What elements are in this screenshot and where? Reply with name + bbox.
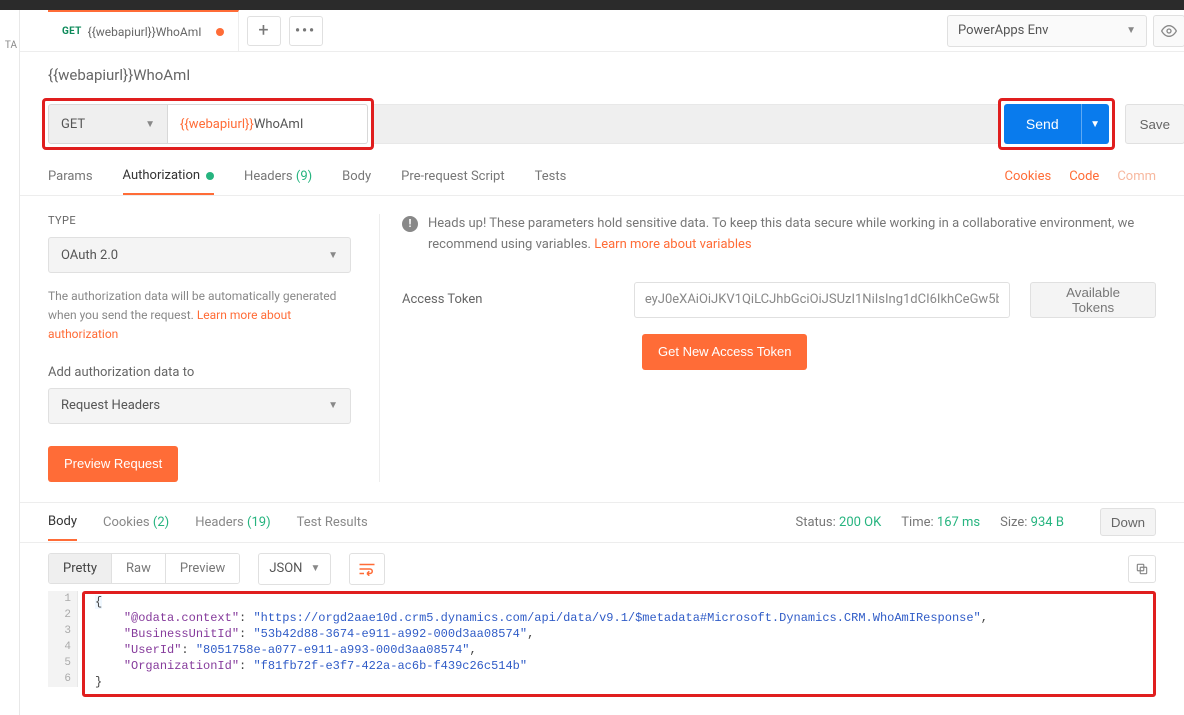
sidebar-hint: TA bbox=[5, 40, 17, 51]
code-link[interactable]: Code bbox=[1069, 169, 1099, 184]
wrap-lines-button[interactable] bbox=[349, 553, 385, 585]
chevron-down-icon: ▼ bbox=[145, 119, 155, 130]
available-tokens-button[interactable]: Available Tokens bbox=[1030, 282, 1156, 318]
auth-type-label: TYPE bbox=[48, 214, 351, 227]
titlebar bbox=[0, 0, 1184, 10]
plus-icon: + bbox=[258, 22, 268, 40]
environment-select[interactable]: PowerApps Env ▼ bbox=[947, 15, 1147, 47]
tab-headers[interactable]: Headers (9) bbox=[244, 159, 312, 194]
request-tab[interactable]: GET {{webapiurl}}WhoAmI bbox=[48, 10, 239, 52]
left-sidebar-sliver: TA bbox=[0, 10, 20, 715]
view-raw-button[interactable]: Raw bbox=[112, 554, 166, 583]
response-tab-test-results[interactable]: Test Results bbox=[297, 505, 368, 540]
get-new-access-token-button[interactable]: Get New Access Token bbox=[642, 334, 807, 370]
method-select[interactable]: GET ▼ bbox=[48, 104, 168, 144]
chevron-down-icon: ▼ bbox=[328, 400, 338, 411]
url-bar-stretch bbox=[374, 104, 998, 144]
url-highlight-annotation: GET ▼ {{webapiurl}}WhoAmI bbox=[42, 98, 374, 150]
environment-quicklook-button[interactable] bbox=[1153, 15, 1184, 47]
view-preview-button[interactable]: Preview bbox=[166, 554, 239, 583]
add-auth-to-label: Add authorization data to bbox=[48, 365, 351, 380]
environment-name: PowerApps Env bbox=[958, 23, 1048, 38]
auth-type-select[interactable]: OAuth 2.0 ▼ bbox=[48, 237, 351, 273]
heads-up-banner: ! Heads up! These parameters hold sensit… bbox=[402, 214, 1156, 256]
add-auth-to-value: Request Headers bbox=[61, 398, 160, 413]
tab-tests[interactable]: Tests bbox=[535, 159, 567, 194]
preview-request-button[interactable]: Preview Request bbox=[48, 446, 178, 482]
response-body[interactable]: { "@odata.context": "https://orgd2aae10d… bbox=[95, 594, 1143, 690]
send-dropdown-button[interactable]: ▼ bbox=[1081, 104, 1109, 144]
learn-variables-link[interactable]: Learn more about variables bbox=[594, 237, 751, 252]
active-dot-icon bbox=[206, 172, 214, 180]
response-tab-cookies[interactable]: Cookies (2) bbox=[103, 505, 169, 540]
view-mode-segment: Pretty Raw Preview bbox=[48, 553, 240, 584]
response-body-annotation: { "@odata.context": "https://orgd2aae10d… bbox=[82, 591, 1156, 697]
eye-icon bbox=[1161, 23, 1177, 39]
comments-link[interactable]: Comm bbox=[1117, 169, 1156, 184]
new-tab-button[interactable]: + bbox=[247, 16, 281, 46]
status-label: Status: 200 OK bbox=[795, 515, 881, 530]
tab-method: GET bbox=[62, 26, 82, 37]
request-name[interactable]: {{webapiurl}}WhoAmI bbox=[48, 66, 190, 84]
copy-icon bbox=[1135, 562, 1149, 576]
chevron-down-icon: ▼ bbox=[310, 563, 320, 574]
tab-body[interactable]: Body bbox=[342, 159, 371, 194]
response-tab-body[interactable]: Body bbox=[48, 504, 77, 541]
view-pretty-button[interactable]: Pretty bbox=[49, 554, 112, 583]
wrap-icon bbox=[358, 562, 376, 576]
url-input[interactable]: {{webapiurl}}WhoAmI bbox=[168, 104, 368, 144]
add-auth-to-select[interactable]: Request Headers ▼ bbox=[48, 388, 351, 424]
format-select[interactable]: JSON ▼ bbox=[258, 553, 331, 585]
unsaved-dot-icon bbox=[216, 28, 224, 36]
format-value: JSON bbox=[269, 561, 302, 576]
ellipsis-icon: ••• bbox=[295, 23, 316, 39]
auth-description: The authorization data will be automatic… bbox=[48, 287, 351, 345]
info-icon: ! bbox=[402, 216, 418, 232]
line-gutter: 1 2 3 4 5 6 bbox=[48, 591, 78, 687]
chevron-down-icon: ▼ bbox=[1090, 119, 1100, 130]
response-tab-headers[interactable]: Headers (19) bbox=[195, 505, 270, 540]
size-label: Size: 934 B bbox=[1000, 515, 1064, 530]
auth-type-value: OAuth 2.0 bbox=[61, 248, 118, 263]
tab-pre-request[interactable]: Pre-request Script bbox=[401, 159, 504, 194]
save-button[interactable]: Save bbox=[1125, 104, 1184, 144]
tab-actions-button[interactable]: ••• bbox=[289, 16, 323, 46]
send-highlight-annotation: Send ▼ bbox=[998, 98, 1115, 150]
copy-response-button[interactable] bbox=[1128, 555, 1156, 583]
download-button[interactable]: Down bbox=[1100, 508, 1156, 536]
chevron-down-icon: ▼ bbox=[1126, 25, 1136, 36]
tab-params[interactable]: Params bbox=[48, 159, 93, 194]
time-label: Time: 167 ms bbox=[901, 515, 980, 530]
access-token-input[interactable] bbox=[634, 282, 1010, 318]
send-button[interactable]: Send bbox=[1004, 104, 1081, 144]
chevron-down-icon: ▼ bbox=[328, 250, 338, 261]
access-token-label: Access Token bbox=[402, 292, 614, 307]
method-value: GET bbox=[61, 117, 85, 132]
tab-title: {{webapiurl}}WhoAmI bbox=[88, 25, 202, 39]
tab-authorization[interactable]: Authorization bbox=[123, 158, 215, 195]
request-tabbar: GET {{webapiurl}}WhoAmI + ••• PowerApps … bbox=[20, 10, 1184, 52]
cookies-link[interactable]: Cookies bbox=[1005, 169, 1052, 184]
